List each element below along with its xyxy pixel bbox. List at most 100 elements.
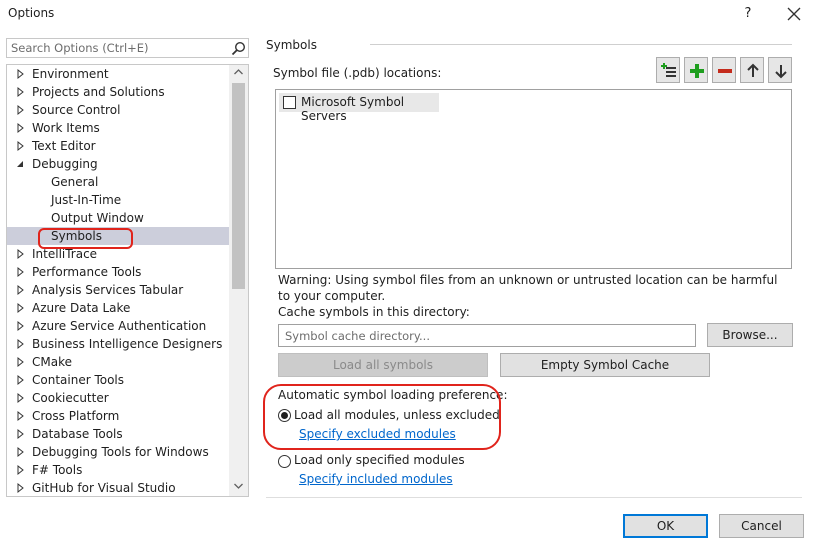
collapsed-arrow-icon[interactable] bbox=[15, 479, 27, 497]
collapsed-arrow-icon[interactable] bbox=[15, 263, 27, 281]
close-button[interactable] bbox=[782, 2, 806, 26]
cache-directory-input[interactable] bbox=[278, 324, 696, 347]
tree-item-label: Container Tools bbox=[32, 373, 125, 387]
collapsed-arrow-icon[interactable] bbox=[15, 137, 27, 155]
warning-text: Warning: Using symbol files from an unkn… bbox=[278, 273, 778, 303]
scroll-down-button[interactable] bbox=[229, 479, 248, 496]
tree-item[interactable]: GitHub for Visual Studio bbox=[7, 479, 229, 497]
tree-item[interactable]: Container Tools bbox=[7, 371, 229, 389]
collapsed-arrow-icon[interactable] bbox=[15, 317, 27, 335]
load-all-symbols-button[interactable]: Load all symbols bbox=[278, 353, 488, 377]
move-up-button[interactable] bbox=[740, 57, 764, 83]
collapsed-arrow-icon[interactable] bbox=[15, 425, 27, 443]
empty-symbol-cache-button[interactable]: Empty Symbol Cache bbox=[500, 353, 710, 377]
tree-item[interactable]: Source Control bbox=[7, 101, 229, 119]
section-divider bbox=[370, 44, 792, 45]
location-label: Microsoft Symbol Servers bbox=[301, 95, 405, 123]
search-icon[interactable] bbox=[231, 41, 246, 56]
close-icon bbox=[787, 7, 801, 21]
tree-item-label: Work Items bbox=[32, 121, 100, 135]
tree-item-label: CMake bbox=[32, 355, 72, 369]
tree-item-label: Source Control bbox=[32, 103, 121, 117]
list-item[interactable]: Microsoft Symbol Servers bbox=[279, 93, 439, 123]
load-all-symbols-label: Load all symbols bbox=[332, 358, 434, 372]
tree-item-label: Azure Service Authentication bbox=[32, 319, 207, 333]
collapsed-arrow-icon[interactable] bbox=[15, 371, 27, 389]
tree-item-label: Azure Data Lake bbox=[32, 301, 131, 315]
search-input[interactable] bbox=[7, 39, 229, 57]
tree-item[interactable]: Just-In-Time bbox=[7, 191, 229, 209]
tree-item[interactable]: CMake bbox=[7, 353, 229, 371]
tree-item-label: Analysis Services Tabular bbox=[32, 283, 184, 297]
tree-item[interactable]: Cross Platform bbox=[7, 407, 229, 425]
tree-item[interactable]: Database Tools bbox=[7, 425, 229, 443]
collapsed-arrow-icon[interactable] bbox=[15, 119, 27, 137]
collapsed-arrow-icon[interactable] bbox=[15, 299, 27, 317]
tree-item-label: Debugging bbox=[32, 157, 98, 171]
tree-item[interactable]: Performance Tools bbox=[7, 263, 229, 281]
tree-item[interactable]: Text Editor bbox=[7, 137, 229, 155]
empty-symbol-cache-label: Empty Symbol Cache bbox=[540, 358, 670, 372]
tree-item[interactable]: Environment bbox=[7, 65, 229, 83]
add-location-icon bbox=[661, 63, 676, 77]
tree-item-label: General bbox=[51, 175, 99, 189]
collapsed-arrow-icon[interactable] bbox=[15, 65, 27, 83]
collapsed-arrow-icon[interactable] bbox=[15, 101, 27, 119]
load-specified-modules-radio[interactable] bbox=[278, 455, 291, 468]
tree-item-label: Just-In-Time bbox=[51, 193, 122, 207]
collapsed-arrow-icon[interactable] bbox=[15, 407, 27, 425]
cancel-button[interactable]: Cancel bbox=[719, 514, 804, 538]
tree-item[interactable]: Analysis Services Tabular bbox=[7, 281, 229, 299]
collapsed-arrow-icon[interactable] bbox=[15, 443, 27, 461]
tree-item-label: Environment bbox=[32, 67, 109, 81]
minus-icon bbox=[718, 69, 732, 73]
tree-item-label: Debugging Tools for Windows bbox=[32, 445, 209, 459]
scroll-thumb[interactable] bbox=[232, 83, 245, 289]
options-tree[interactable]: Environment Projects and Solutions Source … bbox=[6, 64, 249, 497]
tree-item-label: Database Tools bbox=[32, 427, 123, 441]
arrow-down-icon bbox=[775, 65, 787, 79]
tree-item[interactable]: Business Intelligence Designers bbox=[7, 335, 229, 353]
tree-item[interactable]: General bbox=[7, 173, 229, 191]
tree-item[interactable]: Output Window bbox=[7, 209, 229, 227]
collapsed-arrow-icon[interactable] bbox=[15, 83, 27, 101]
collapsed-arrow-icon[interactable] bbox=[15, 389, 27, 407]
collapsed-arrow-icon[interactable] bbox=[15, 245, 27, 263]
tree-item-label: Cookiecutter bbox=[32, 391, 109, 405]
tree-item[interactable]: Projects and Solutions bbox=[7, 83, 229, 101]
tree-item[interactable]: Debugging Tools for Windows bbox=[7, 443, 229, 461]
tree-item-label: Performance Tools bbox=[32, 265, 142, 279]
tree-item[interactable]: Azure Service Authentication bbox=[7, 317, 229, 335]
help-button[interactable]: ? bbox=[738, 4, 758, 24]
title-bar: Options ? bbox=[0, 0, 816, 28]
tree-item[interactable]: Work Items bbox=[7, 119, 229, 137]
expanded-arrow-icon[interactable] bbox=[15, 155, 27, 173]
tree-item-label: Business Intelligence Designers bbox=[32, 337, 223, 351]
remove-button[interactable] bbox=[712, 57, 736, 83]
footer-divider bbox=[266, 497, 802, 498]
tree-item-label: Text Editor bbox=[32, 139, 96, 153]
tree-item-label: Projects and Solutions bbox=[32, 85, 165, 99]
move-down-button[interactable] bbox=[768, 57, 792, 83]
tree-item[interactable]: Cookiecutter bbox=[7, 389, 229, 407]
scroll-up-button[interactable] bbox=[229, 65, 248, 82]
collapsed-arrow-icon[interactable] bbox=[15, 281, 27, 299]
load-specified-modules-label[interactable]: Load only specified modules bbox=[294, 453, 465, 467]
add-button[interactable] bbox=[684, 57, 708, 83]
specify-included-modules-link[interactable]: Specify included modules bbox=[299, 472, 453, 486]
add-location-button[interactable] bbox=[656, 57, 680, 83]
window-title: Options bbox=[8, 6, 55, 20]
preference-highlight-ring bbox=[263, 384, 501, 450]
collapsed-arrow-icon[interactable] bbox=[15, 335, 27, 353]
browse-button[interactable]: Browse... bbox=[707, 323, 793, 347]
section-title: Symbols bbox=[266, 38, 317, 52]
ok-button[interactable]: OK bbox=[623, 514, 708, 538]
tree-item[interactable]: Debugging bbox=[7, 155, 229, 173]
tree-scrollbar[interactable] bbox=[229, 65, 248, 496]
collapsed-arrow-icon[interactable] bbox=[15, 461, 27, 479]
tree-item[interactable]: F# Tools bbox=[7, 461, 229, 479]
collapsed-arrow-icon[interactable] bbox=[15, 353, 27, 371]
tree-item[interactable]: Azure Data Lake bbox=[7, 299, 229, 317]
symbol-locations-list[interactable]: Microsoft Symbol Servers bbox=[275, 89, 792, 269]
location-checkbox[interactable] bbox=[283, 96, 296, 109]
